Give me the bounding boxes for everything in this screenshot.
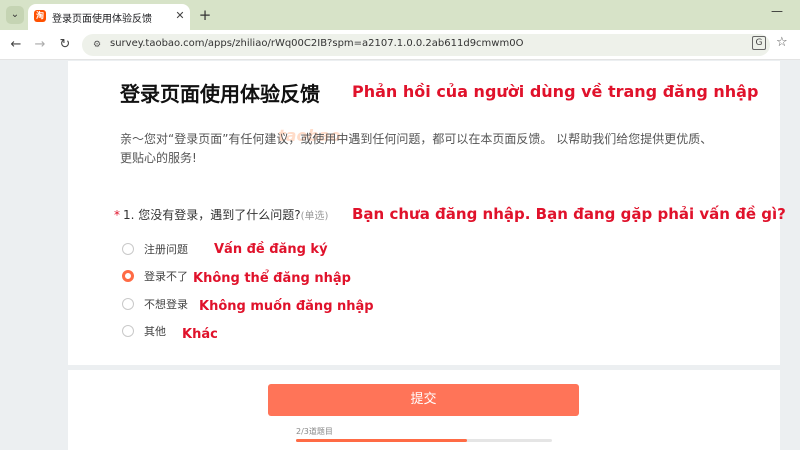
question-translation: Bạn chưa đăng nhập. Bạn đang gặp phải vấ… <box>352 205 786 223</box>
progress-fill <box>296 439 467 442</box>
progress-text: 2/3道题目 <box>296 427 333 436</box>
option-label: 登录不了 <box>144 270 188 283</box>
translate-icon[interactable]: G <box>752 36 766 50</box>
minimize-icon[interactable]: — <box>770 4 784 18</box>
browser-tab[interactable]: 淘 登录页面使用体验反馈 ✕ <box>28 4 190 30</box>
progress-bar <box>296 439 552 442</box>
radio-button[interactable] <box>122 243 134 255</box>
browser-toolbar: ← → ↻ ⚙ survey.taobao.com/apps/zhiliao/r… <box>0 30 800 60</box>
option-translation: Khác <box>182 327 218 342</box>
option-label: 其他 <box>144 325 166 338</box>
radio-button[interactable] <box>122 298 134 310</box>
tune-icon[interactable]: ⚙ <box>90 38 104 52</box>
intro-text: 亲～您对“登录页面”有任何建议，或使用中遇到任何问题，都可以在本页面反馈。 以帮… <box>120 132 713 165</box>
star-icon[interactable]: ☆ <box>776 35 788 50</box>
option-label: 不想登录 <box>144 298 188 311</box>
address-bar[interactable]: ⚙ survey.taobao.com/apps/zhiliao/rWq00C2… <box>82 34 770 56</box>
tab-bar: ⌄ 淘 登录页面使用体验反馈 ✕ + — <box>0 0 800 30</box>
radio-button[interactable] <box>122 270 134 282</box>
option-label: 注册问题 <box>144 243 188 256</box>
submit-button[interactable]: 提交 <box>268 384 579 416</box>
option-translation: Không muốn đăng nhập <box>199 299 374 314</box>
taobao-favicon-icon: 淘 <box>34 10 46 22</box>
question-type: (单选) <box>300 211 329 222</box>
chevron-down-icon[interactable]: ⌄ <box>6 6 24 24</box>
arrow-right-icon[interactable]: → <box>32 37 48 53</box>
page-title-translation: Phản hồi của người dùng về trang đăng nh… <box>352 82 759 101</box>
option-translation: Vấn đề đăng ký <box>214 242 328 257</box>
url-text[interactable]: survey.taobao.com/apps/zhiliao/rWq00C2IB… <box>110 38 523 49</box>
reload-icon[interactable]: ↻ <box>57 37 73 53</box>
question-label: * 1. 您没有登录，遇到了什么问题?(单选) <box>114 206 328 223</box>
close-icon[interactable]: ✕ <box>173 9 187 23</box>
required-mark: * <box>114 208 120 222</box>
arrow-left-icon[interactable]: ← <box>8 37 24 53</box>
radio-button[interactable] <box>122 325 134 337</box>
question-text: 1. 您没有登录，遇到了什么问题? <box>123 208 301 222</box>
page-title: 登录页面使用体验反馈 <box>120 82 320 106</box>
tab-title: 登录页面使用体验反馈 <box>52 14 152 25</box>
option-translation: Không thể đăng nhập <box>193 271 351 286</box>
plus-icon[interactable]: + <box>196 6 214 24</box>
